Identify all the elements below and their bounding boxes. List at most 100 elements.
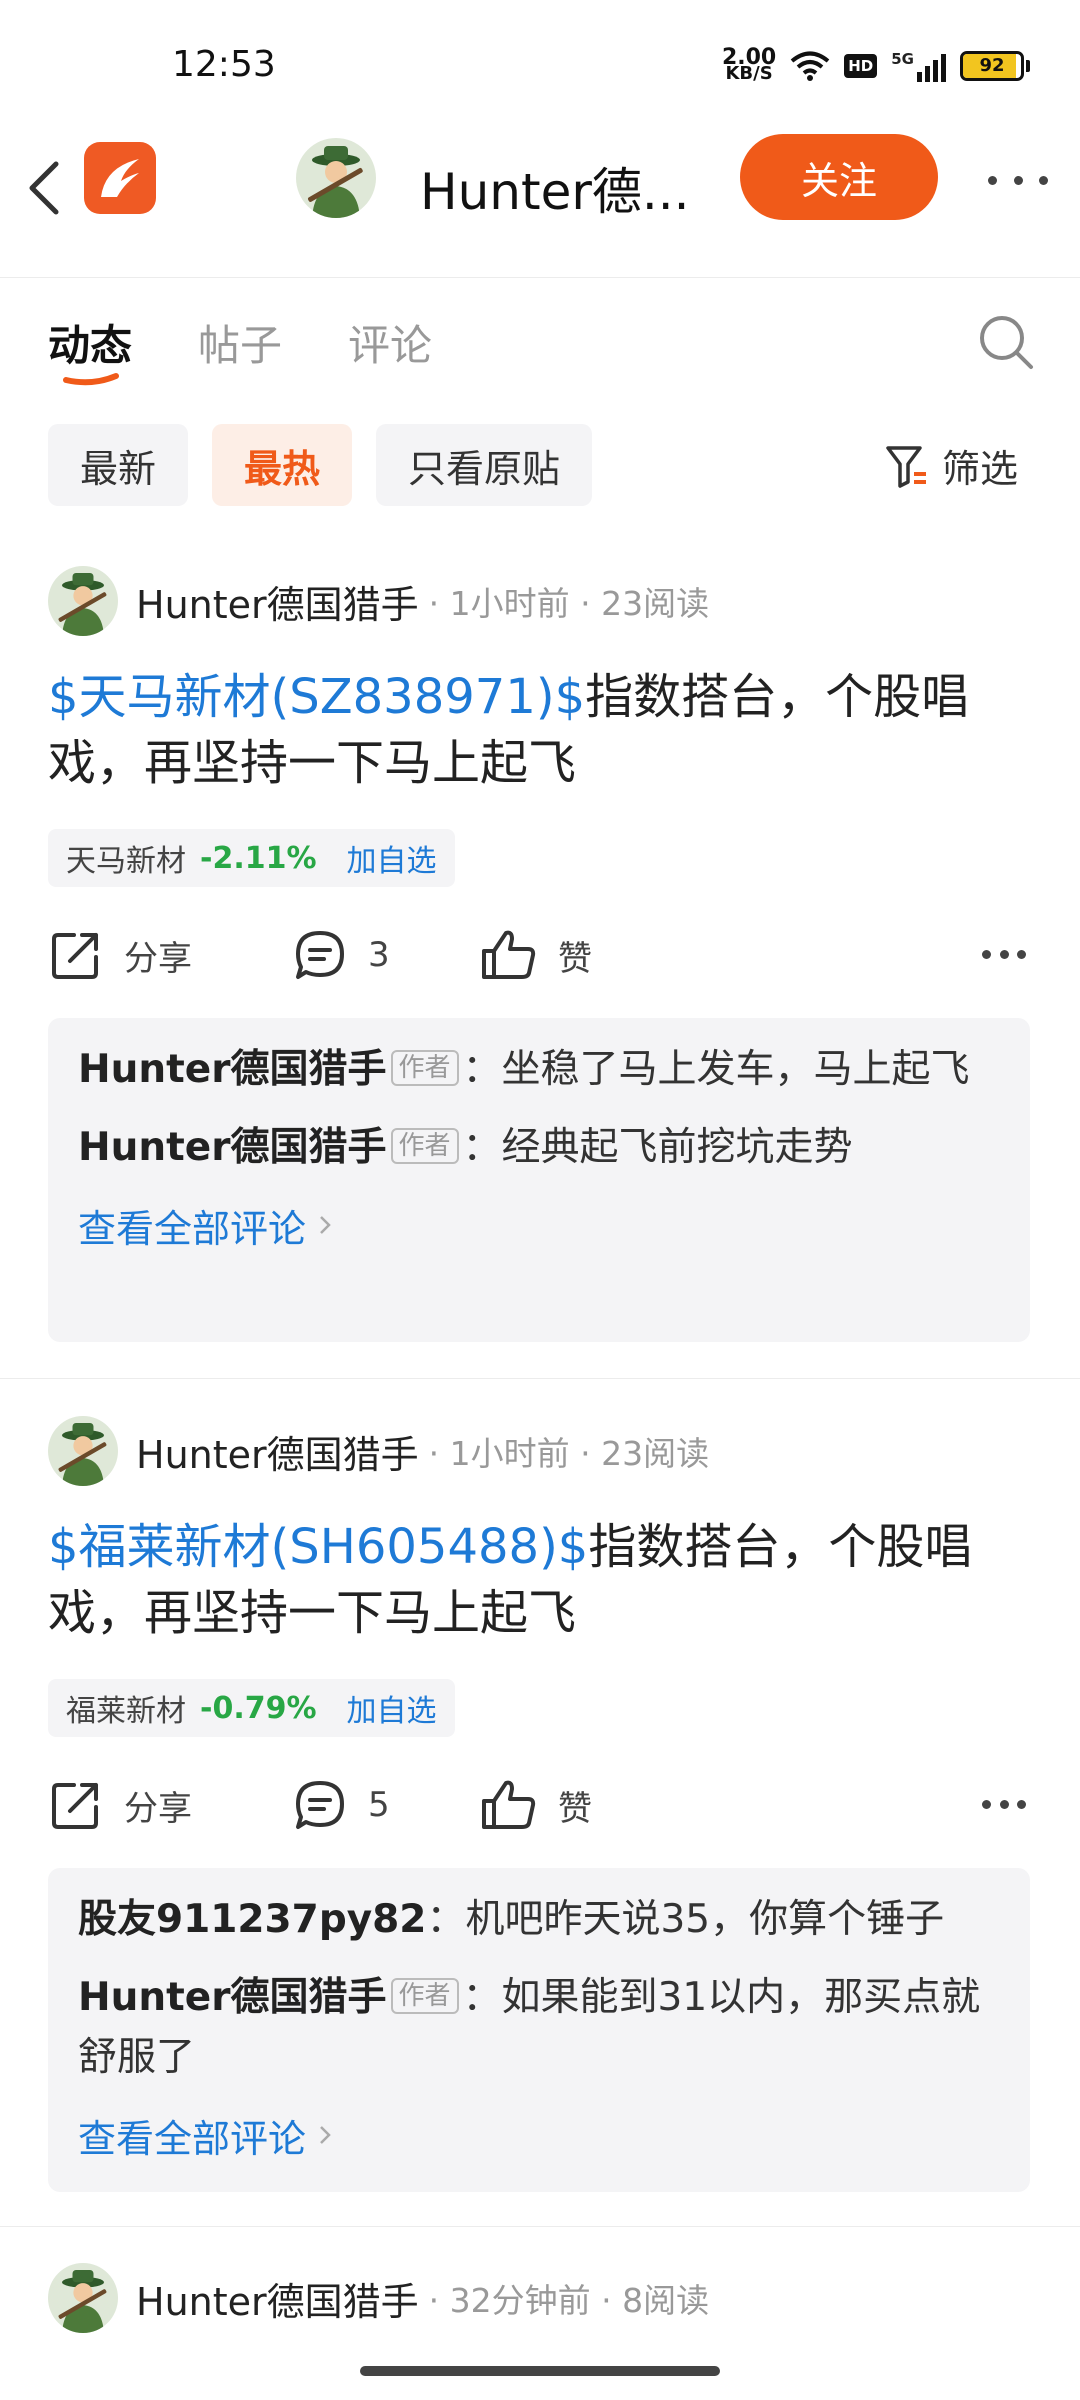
page-title: Hunter德... (420, 163, 690, 221)
share-button[interactable]: 分享 (48, 1770, 192, 1840)
post-author[interactable]: Hunter德国猎手 (136, 574, 419, 629)
avatar[interactable] (48, 1416, 118, 1486)
comment-item[interactable]: Hunter德国猎手 作者 ：坐稳了马上发车，马上起飞 (78, 1040, 1002, 1100)
stock-quote[interactable]: 福莱新材 -0.79% 加自选 (48, 1679, 455, 1737)
active-tab-indicator (63, 373, 119, 386)
avatar[interactable] (48, 566, 118, 636)
view-all-comments-link[interactable]: 查看全部评论 (78, 2106, 1002, 2164)
back-button[interactable] (24, 148, 74, 228)
hunter-avatar-icon (48, 566, 118, 636)
like-button[interactable]: 赞 (480, 920, 592, 990)
add-watchlist-button[interactable]: 加自选 (347, 1686, 437, 1730)
stock-link[interactable]: $福莱新材(SH605488)$ (48, 1519, 588, 1575)
tab-activity[interactable]: 动态 (48, 312, 132, 373)
network-type-label: 5G (891, 50, 914, 68)
comment-text: ：坐稳了马上发车，马上起飞 (462, 1047, 970, 1092)
filter-button[interactable]: 筛选 (884, 438, 1018, 493)
wifi-icon (790, 51, 830, 81)
thumbs-up-icon (482, 930, 536, 979)
post-actions: 分享 3 赞 (48, 920, 1038, 990)
author-badge: 作者 (390, 1978, 459, 2014)
post-more-icon[interactable] (982, 950, 1026, 960)
post-info: · 1小时前 · 23阅读 (428, 1434, 710, 1473)
network-speed: 2.00 KB/S (722, 47, 776, 84)
quote-name: 福莱新材 (66, 1694, 186, 1729)
like-label: 赞 (558, 938, 592, 979)
author-badge: 作者 (390, 1128, 459, 1164)
chip-original-only[interactable]: 只看原贴 (376, 424, 593, 506)
post-divider (0, 2226, 1080, 2227)
follow-button[interactable]: 关注 (740, 134, 938, 220)
comment-author[interactable]: Hunter德国猎手 (78, 1125, 387, 1170)
chevron-right-icon (320, 1216, 331, 1234)
view-all-label: 查看全部评论 (78, 2116, 307, 2161)
comment-text: ：机吧昨天说35，你算个锤子 (426, 1897, 945, 1942)
battery-level: 92 (979, 55, 1005, 76)
app-logo-icon (101, 159, 139, 197)
share-icon (52, 1783, 98, 1829)
share-label: 分享 (124, 938, 192, 979)
comment-icon (296, 931, 344, 979)
network-speed-unit: KB/S (725, 63, 773, 84)
battery-icon: 92 (960, 51, 1030, 81)
comment-item[interactable]: 股友911237py82：机吧昨天说35，你算个锤子 (78, 1890, 1002, 1950)
quote-change: -0.79% (200, 1690, 317, 1726)
sort-chips: 最新 最热 只看原贴 (48, 424, 593, 506)
post-author[interactable]: Hunter德国猎手 (136, 2271, 419, 2326)
post-content[interactable]: $福莱新材(SH605488)$指数搭台，个股唱戏，再坚持一下马上起飞 (48, 1514, 1038, 1646)
post-divider (0, 1378, 1080, 1379)
more-options-icon[interactable] (988, 170, 1048, 190)
share-button[interactable]: 分享 (48, 920, 192, 990)
comment-item[interactable]: Hunter德国猎手 作者 ：如果能到31以内，那买点就舒服了 (78, 1968, 1002, 2088)
back-arrow-icon (29, 161, 59, 215)
comment-button[interactable]: 5 (292, 1770, 390, 1840)
comment-author[interactable]: 股友911237py82 (78, 1897, 426, 1942)
thumbs-up-icon (482, 1780, 536, 1829)
comment-icon (296, 1781, 344, 1829)
author-badge: 作者 (390, 1050, 459, 1086)
status-time: 12:53 (172, 44, 276, 85)
add-watchlist-button[interactable]: 加自选 (347, 836, 437, 880)
view-all-comments-link[interactable]: 查看全部评论 (78, 1196, 1002, 1254)
status-icons: 2.00 KB/S HD 5G 92 (722, 44, 1030, 88)
comment-button[interactable]: 3 (292, 920, 390, 990)
app-logo[interactable] (84, 142, 156, 214)
comment-author[interactable]: Hunter德国猎手 (78, 1975, 387, 2020)
home-indicator[interactable] (360, 2366, 720, 2376)
hd-badge: HD (844, 54, 878, 78)
post-info: · 32分钟前 · 8阅读 (428, 2281, 710, 2320)
hunter-avatar-icon (48, 2263, 118, 2333)
profile-header: Hunter德... 关注 (0, 130, 1080, 278)
share-icon (52, 933, 98, 979)
status-bar: 12:53 2.00 KB/S HD 5G 92 (0, 0, 1080, 130)
tab-posts[interactable]: 帖子 (198, 312, 282, 373)
quote-name: 天马新材 (66, 844, 186, 879)
post-meta: Hunter德国猎手 · 32分钟前 · 8阅读 (48, 2262, 709, 2334)
comment-item[interactable]: Hunter德国猎手 作者 ：经典起飞前挖坑走势 (78, 1118, 1002, 1178)
quote-change: -2.11% (200, 840, 317, 876)
signal-icon: 5G (891, 50, 946, 82)
avatar[interactable] (48, 2263, 118, 2333)
search-icon[interactable] (976, 312, 1036, 372)
post-actions: 分享 5 赞 (48, 1770, 1038, 1840)
like-label: 赞 (558, 1788, 592, 1829)
chip-latest[interactable]: 最新 (48, 424, 189, 506)
tab-comments[interactable]: 评论 (348, 312, 432, 373)
share-label: 分享 (124, 1788, 192, 1829)
comment-author[interactable]: Hunter德国猎手 (78, 1047, 387, 1092)
post-more-icon[interactable] (982, 1800, 1026, 1810)
post-author[interactable]: Hunter德国猎手 (136, 1424, 419, 1479)
stock-quote[interactable]: 天马新材 -2.11% 加自选 (48, 829, 455, 887)
filter-icon (886, 445, 926, 488)
avatar[interactable] (296, 138, 376, 218)
tab-bar: 动态 帖子 评论 (0, 300, 1080, 410)
post-meta: Hunter德国猎手 · 1小时前 · 23阅读 (48, 1415, 709, 1487)
comment-text: ：经典起飞前挖坑走势 (462, 1125, 853, 1170)
post-content[interactable]: $天马新材(SZ838971)$指数搭台，个股唱戏，再坚持一下马上起飞 (48, 664, 1038, 796)
post-meta: Hunter德国猎手 · 1小时前 · 23阅读 (48, 565, 709, 637)
stock-link[interactable]: $天马新材(SZ838971)$ (48, 669, 585, 725)
chip-hottest[interactable]: 最热 (212, 424, 353, 506)
post-info: · 1小时前 · 23阅读 (428, 584, 710, 623)
like-button[interactable]: 赞 (480, 1770, 592, 1840)
chevron-right-icon (320, 2126, 331, 2144)
